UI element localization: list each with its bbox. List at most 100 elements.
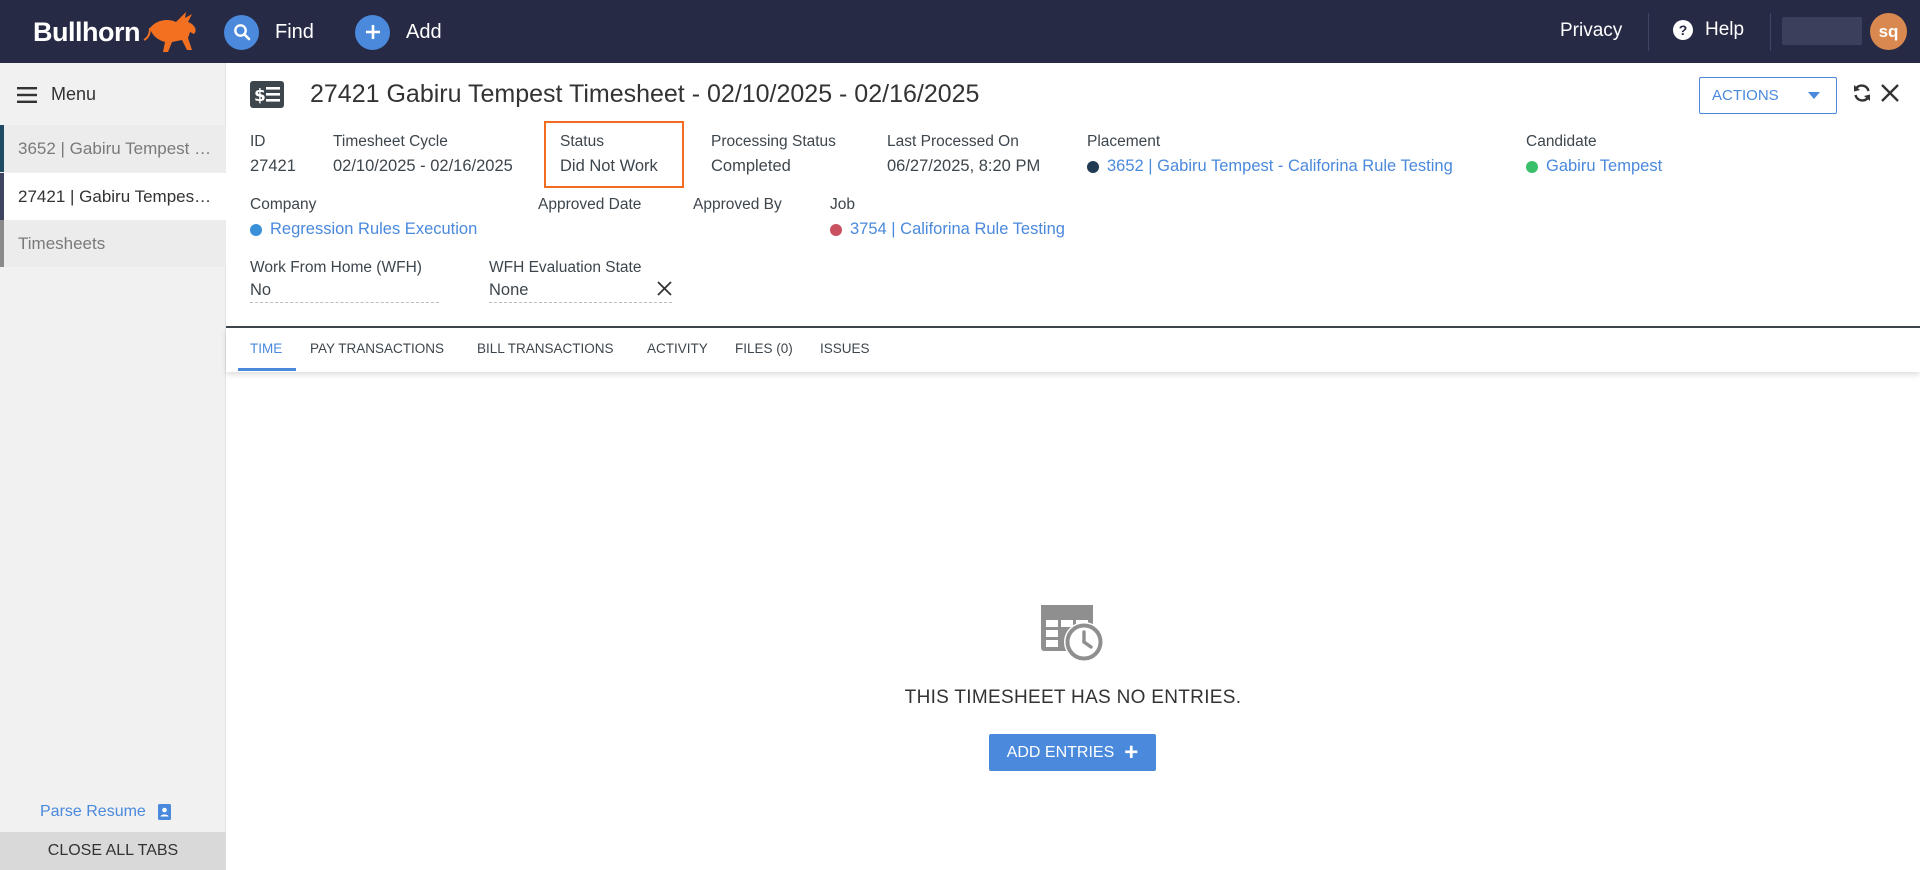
page-title: 27421 Gabiru Tempest Timesheet - 02/10/2… [310,80,980,108]
field-label: WFH Evaluation State [489,259,642,276]
tab-files[interactable]: FILES (0) [735,341,793,356]
wfh-evaluation-select[interactable]: None [489,281,672,300]
find-label: Find [275,20,314,43]
field-label: Placement [1087,133,1161,150]
field-value: 06/27/2025, 8:20 PM [887,157,1041,175]
field-label: Timesheet Cycle [333,133,448,150]
add-entries-label: ADD ENTRIES [1006,743,1115,761]
top-navigation-bar: Bullhorn Find Add Privacy ? Help sq [0,0,1920,63]
candidate-link[interactable]: Gabiru Tempest [1526,157,1662,176]
company-status-dot [250,223,262,236]
help-button[interactable]: ? Help [1673,19,1744,41]
sidebar: Menu 3652 | Gabiru Tempest - California … [0,63,226,870]
timesheet-clock-icon [1041,605,1104,662]
field-wfh-evaluation-state[interactable]: WFH Evaluation State None [489,259,672,303]
candidate-status-dot [1526,160,1538,173]
field-wfh[interactable]: Work From Home (WFH) No [250,259,439,303]
tab-issues[interactable]: ISSUES [820,341,870,356]
divider [1648,13,1649,51]
field-candidate: Candidate Gabiru Tempest [1526,133,1662,176]
sidebar-tab-placement[interactable]: 3652 | Gabiru Tempest - California Rule … [0,125,226,172]
field-label: Work From Home (WFH) [250,259,422,276]
bullhorn-logo[interactable]: Bullhorn [33,8,202,56]
time-entries-empty-state: THIS TIMESHEET HAS NO ENTRIES. ADD ENTRI… [226,372,1920,870]
candidate-link-text: Gabiru Tempest [1546,157,1663,175]
field-job: Job 3754 | Califorina Rule Testing [830,196,1065,239]
active-tab-indicator [238,368,296,371]
parse-resume-link[interactable]: Parse Resume [40,803,171,821]
field-timesheet-cycle: Timesheet Cycle 02/10/2025 - 02/16/2025 [333,133,513,176]
brand-name: Bullhorn [33,16,140,47]
avatar[interactable]: sq [1870,13,1907,50]
sidebar-tab-timesheets[interactable]: Timesheets [0,220,226,267]
clear-icon[interactable] [657,281,672,296]
add-entries-button[interactable]: ADD ENTRIES + [989,734,1156,771]
field-placement: Placement 3652 | Gabiru Tempest - Califo… [1087,133,1453,176]
plus-icon: + [1124,738,1139,766]
empty-state-message: THIS TIMESHEET HAS NO ENTRIES. [904,687,1242,708]
field-value: Did Not Work [560,157,658,175]
contact-card-icon [157,804,171,820]
help-label: Help [1705,19,1745,40]
field-id: ID 27421 [250,133,296,176]
close-icon[interactable] [1880,83,1900,103]
field-label: Last Processed On [887,133,1019,150]
placement-link-text: 3652 | Gabiru Tempest - Califorina Rule … [1107,157,1453,175]
menu-button[interactable]: Menu [17,84,96,105]
caret-down-icon [1808,92,1820,99]
job-status-dot [830,223,842,236]
field-approved-date: Approved Date [538,196,641,220]
refresh-icon[interactable] [1852,83,1872,103]
wfh-select[interactable]: No [250,281,439,300]
field-label: Approved By [693,196,782,213]
field-label: Processing Status [711,133,836,150]
tab-activity[interactable]: ACTIVITY [647,341,708,356]
svg-text:$: $ [254,86,266,106]
record-panel: $ 27421 Gabiru Tempest Timesheet - 02/10… [226,63,1920,870]
add-label: Add [406,20,442,43]
search-icon [224,14,259,50]
field-processing-status: Processing Status Completed [711,133,836,176]
add-button[interactable]: Add [355,14,442,50]
company-link[interactable]: Regression Rules Execution [250,220,477,239]
privacy-link[interactable]: Privacy [1560,20,1622,42]
field-company: Company Regression Rules Execution [250,196,477,239]
hamburger-icon [17,86,37,103]
divider [1770,13,1771,51]
sidebar-tab-label: 27421 | Gabiru Tempest Timesheet [18,186,214,206]
company-link-text: Regression Rules Execution [270,220,478,238]
field-approved-by: Approved By [693,196,782,220]
field-label: ID [250,133,266,150]
tab-bill-transactions[interactable]: BILL TRANSACTIONS [477,341,614,356]
sidebar-tab-label: Timesheets [18,233,106,253]
sidebar-tab-timesheet[interactable]: 27421 | Gabiru Tempest Timesheet [0,173,226,220]
help-icon: ? [1673,20,1693,40]
parse-resume-label: Parse Resume [40,803,146,820]
actions-dropdown[interactable]: ACTIONS [1699,77,1837,114]
bull-icon [143,12,196,52]
field-label: Status [560,133,604,150]
job-link[interactable]: 3754 | Califorina Rule Testing [830,220,1065,239]
user-name-redacted[interactable] [1782,17,1862,45]
field-value: 02/10/2025 - 02/16/2025 [333,157,513,175]
actions-label: ACTIONS [1712,87,1779,104]
field-status: Status Did Not Work [560,133,658,176]
close-all-tabs-button[interactable]: CLOSE ALL TABS [0,832,226,870]
field-label: Approved Date [538,196,642,213]
field-label: Job [830,196,855,213]
field-label: Candidate [1526,133,1597,150]
field-value: Completed [711,157,791,175]
placement-status-dot [1087,160,1099,173]
field-label: Company [250,196,317,213]
field-value: 27421 [250,157,296,175]
timesheet-dollar-icon: $ [250,81,284,108]
field-last-processed-on: Last Processed On 06/27/2025, 8:20 PM [887,133,1040,176]
job-link-text: 3754 | Califorina Rule Testing [850,220,1065,238]
sidebar-tab-label: 3652 | Gabiru Tempest - California Rule … [18,138,214,158]
tab-time[interactable]: TIME [250,341,282,356]
plus-icon [355,14,390,50]
record-tabs: TIME PAY TRANSACTIONS BILL TRANSACTIONS … [226,328,1920,372]
placement-link[interactable]: 3652 | Gabiru Tempest - Califorina Rule … [1087,157,1453,176]
find-button[interactable]: Find [224,14,314,50]
tab-pay-transactions[interactable]: PAY TRANSACTIONS [310,341,444,356]
